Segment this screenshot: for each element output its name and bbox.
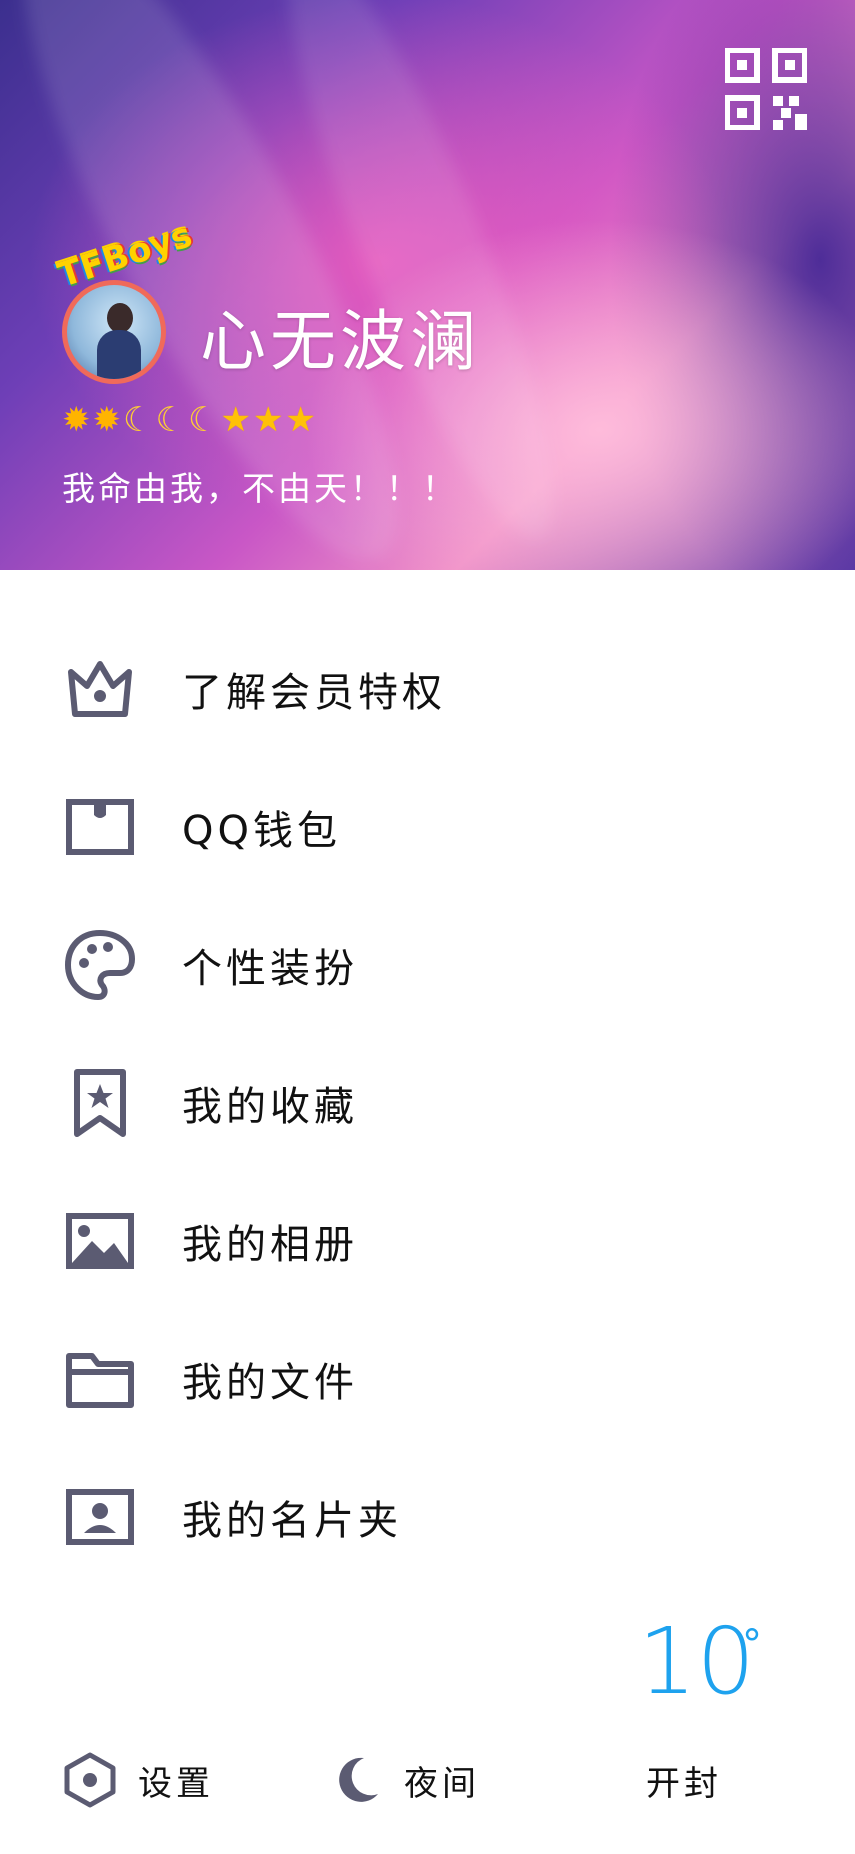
signature[interactable]: 我命由我，不由天！！！ xyxy=(62,462,458,510)
menu-item-label: QQ钱包 xyxy=(182,808,341,854)
settings-button[interactable]: 设置 xyxy=(62,1748,214,1812)
menu-item-theme[interactable]: 个性装扮 xyxy=(0,896,855,1034)
menu-item-cards[interactable]: 我的名片夹 xyxy=(0,1448,855,1586)
menu-item-label: 我的相册 xyxy=(182,1222,358,1268)
weather-temperature[interactable]: 10 xyxy=(638,1616,755,1708)
image-icon xyxy=(64,1205,136,1277)
menu-item-album[interactable]: 我的相册 xyxy=(0,1172,855,1310)
avatar[interactable] xyxy=(62,280,166,384)
menu-list: 了解会员特权 QQ钱包 个性装扮 我的收藏 我的相册 我的文件 我的名片夹 xyxy=(0,620,855,1586)
settings-label: 设置 xyxy=(138,1763,214,1804)
avatar-body xyxy=(97,330,141,379)
palette-icon xyxy=(64,929,136,1001)
menu-item-label: 我的名片夹 xyxy=(182,1498,402,1544)
star-icon: ★ xyxy=(220,400,251,440)
star-icon: ★ xyxy=(252,400,284,440)
level-icons[interactable]: ✹ ✹ ☾ ☾ ☾ ★ ★ ★ xyxy=(62,400,316,440)
moon-icon: ☾ xyxy=(123,400,154,440)
contact-card-icon xyxy=(64,1481,136,1553)
wallet-icon xyxy=(64,791,136,863)
hexagon-settings-icon xyxy=(62,1752,118,1808)
moon-icon: ☾ xyxy=(187,400,219,440)
profile-header[interactable]: TFBoys 心无波澜 ✹ ✹ ☾ ☾ ☾ ★ ★ ★ 我命由我，不由天！！！ xyxy=(0,0,855,570)
menu-item-files[interactable]: 我的文件 xyxy=(0,1310,855,1448)
menu-item-label: 我的文件 xyxy=(182,1360,358,1406)
moon-icon xyxy=(328,1752,384,1808)
weather-city[interactable]: 开封 xyxy=(646,1756,722,1805)
sun-icon: ✹ xyxy=(92,400,122,440)
avatar-group[interactable]: TFBoys xyxy=(52,215,197,398)
menu-item-favorites[interactable]: 我的收藏 xyxy=(0,1034,855,1172)
menu-item-wallet[interactable]: QQ钱包 xyxy=(0,758,855,896)
moon-icon: ☾ xyxy=(155,400,186,440)
crown-icon xyxy=(64,653,136,725)
menu-item-label: 我的收藏 xyxy=(182,1084,358,1130)
avatar-head xyxy=(107,303,133,333)
qr-code-icon[interactable] xyxy=(724,47,808,131)
menu-item-label: 个性装扮 xyxy=(182,946,358,992)
weather-degree: ° xyxy=(742,1622,762,1668)
sun-icon: ✹ xyxy=(62,400,91,440)
folder-icon xyxy=(64,1343,136,1415)
nickname[interactable]: 心无波澜 xyxy=(200,288,480,384)
menu-item-vip[interactable]: 了解会员特权 xyxy=(0,620,855,758)
bookmark-star-icon xyxy=(64,1067,136,1139)
star-icon: ★ xyxy=(285,400,316,440)
night-mode-button[interactable]: 夜间 xyxy=(328,1748,480,1812)
night-mode-label: 夜间 xyxy=(404,1763,480,1804)
menu-item-label: 了解会员特权 xyxy=(182,670,446,716)
